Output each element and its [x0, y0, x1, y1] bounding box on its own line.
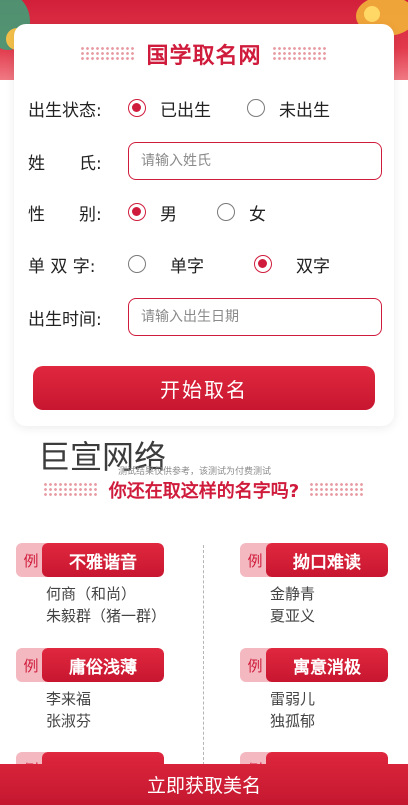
example-name: 张淑芬: [46, 712, 92, 730]
birth-time-input[interactable]: [128, 298, 382, 336]
example-name: 李来福: [46, 690, 92, 708]
surname-row: 姓 氏:: [28, 142, 384, 180]
radio-checked-icon[interactable]: [254, 255, 272, 273]
card-title-row: 国学取名网: [14, 38, 394, 70]
examples-title-row: 你还在取这样的名字吗?: [0, 476, 408, 504]
naming-form-card: 国学取名网 出生状态: 已出生 未出生 姓 氏: 性 别: 男 女 单 双 字:: [14, 24, 394, 426]
gender-row: 性 别: 男 女: [28, 193, 384, 231]
birth-time-label: 出生时间:: [28, 309, 102, 330]
example-name: 夏亚义: [270, 607, 316, 625]
example-name: 金静青: [270, 585, 316, 603]
surname-input[interactable]: [128, 142, 382, 180]
gender-female-option[interactable]: 女: [217, 200, 266, 225]
example-tag: 例 庸俗浅薄: [16, 648, 164, 682]
gender-female-label[interactable]: 女: [249, 200, 266, 225]
status-unborn-label[interactable]: 未出生: [279, 96, 330, 121]
radio-checked-icon[interactable]: [128, 99, 146, 117]
birth-status-row: 出生状态: 已出生 未出生: [28, 89, 384, 127]
example-tag: 例 拗口难读: [240, 543, 388, 577]
page-title: 国学取名网: [146, 44, 262, 69]
single-char-label[interactable]: 单字: [170, 252, 204, 277]
dots-decoration-icon: [309, 482, 366, 498]
example-name: 独孤郁: [270, 712, 316, 730]
start-naming-button[interactable]: 开始取名: [33, 366, 375, 410]
surname-label: 姓 氏:: [28, 153, 102, 174]
radio-unchecked-icon[interactable]: [217, 203, 235, 221]
single-char-option[interactable]: 单字: [128, 252, 204, 277]
get-name-button[interactable]: 立即获取美名: [0, 764, 408, 805]
radio-unchecked-icon[interactable]: [128, 255, 146, 273]
dots-decoration-icon: [80, 46, 137, 62]
example-name: 朱毅群（猪一群）: [46, 607, 167, 625]
char-count-row: 单 双 字: 单字 双字: [28, 245, 384, 283]
examples-title: 你还在取这样的名字吗?: [108, 481, 300, 502]
example-category: 拗口难读: [266, 543, 388, 577]
status-born-label[interactable]: 已出生: [160, 96, 211, 121]
example-category: 不雅谐音: [42, 543, 164, 577]
example-tag: 例 不雅谐音: [16, 543, 164, 577]
column-divider: [203, 545, 204, 765]
pearl-decoration-icon: [364, 6, 380, 22]
radio-checked-icon[interactable]: [128, 203, 146, 221]
gender-label: 性 别:: [28, 204, 102, 225]
birth-time-row: 出生时间:: [28, 298, 384, 336]
example-category: 庸俗浅薄: [42, 648, 164, 682]
char-count-label: 单 双 字:: [28, 256, 96, 277]
double-char-option[interactable]: 双字: [254, 252, 330, 277]
gender-male-option[interactable]: 男: [128, 200, 177, 225]
status-born-option[interactable]: 已出生: [128, 96, 211, 121]
example-category: 寓意消极: [266, 648, 388, 682]
example-name: 何商（和尚）: [46, 585, 137, 603]
status-unborn-option[interactable]: 未出生: [247, 96, 330, 121]
dots-decoration-icon: [42, 482, 99, 498]
example-tag: 例 寓意消极: [240, 648, 388, 682]
gender-male-label[interactable]: 男: [160, 200, 177, 225]
example-name: 雷弱儿: [270, 690, 316, 708]
dots-decoration-icon: [271, 46, 328, 62]
radio-unchecked-icon[interactable]: [247, 99, 265, 117]
double-char-label[interactable]: 双字: [296, 252, 330, 277]
birth-status-label: 出生状态:: [28, 100, 102, 121]
